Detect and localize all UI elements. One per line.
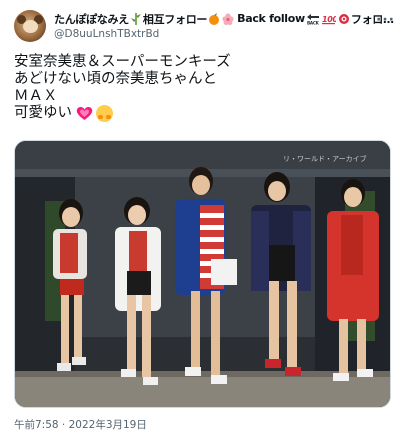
dog-face-icon (23, 20, 38, 33)
svg-text:100: 100 (322, 15, 336, 24)
photo-sign-text: リ・ワールド・アーカイブ (283, 154, 367, 163)
growing-heart-icon (76, 106, 93, 120)
tweet-text: 安室奈美恵＆スーパーモンキーズ あどけない頃の奈美恵ちゃんと ＭＡＸ 可愛ゆい (14, 54, 394, 122)
svg-text:BACK: BACK (307, 20, 320, 25)
group-photo: リ・ワールド・アーカイブ (15, 141, 390, 407)
tweet-timestamp[interactable]: 午前7:58 · 2022年3月19日 (14, 417, 147, 432)
hundred-points-icon: 100 (321, 15, 336, 24)
more-options-icon[interactable]: ··· (376, 12, 395, 28)
red-flower-icon (338, 13, 349, 24)
hugging-face-icon (96, 105, 113, 122)
user-handle[interactable]: @D8uuLnshTBxtrBd (54, 28, 159, 40)
tweet-text-line: あどけない頃の奈美恵ちゃんと (14, 71, 217, 87)
orange-icon (209, 12, 220, 25)
tweet-text-line-with-emoji: 可愛ゆい (14, 105, 394, 122)
display-name-part: 相互フォロー (142, 12, 208, 26)
tweet-text-line: ＭＡＸ (14, 88, 58, 104)
tweet-text-line: 安室奈美恵＆スーパーモンキーズ (14, 54, 231, 70)
display-name-part: Back follow (237, 12, 305, 25)
bamboo-icon (130, 12, 141, 25)
cherry-blossom-icon (222, 12, 234, 25)
back-arrow-icon: BACK (305, 12, 320, 25)
tweet-card: たんぽぽなみえ 相互フォロー Back follow BACK 100 フォロ…… (0, 0, 405, 445)
display-name-part: たんぽぽなみえ (54, 12, 129, 26)
tweet-photo[interactable]: リ・ワールド・アーカイブ (14, 140, 391, 408)
tweet-text-segment: 可愛ゆい (14, 105, 72, 121)
display-name[interactable]: たんぽぽなみえ 相互フォロー Back follow BACK 100 フォロ… (54, 10, 394, 27)
avatar[interactable] (14, 10, 46, 42)
